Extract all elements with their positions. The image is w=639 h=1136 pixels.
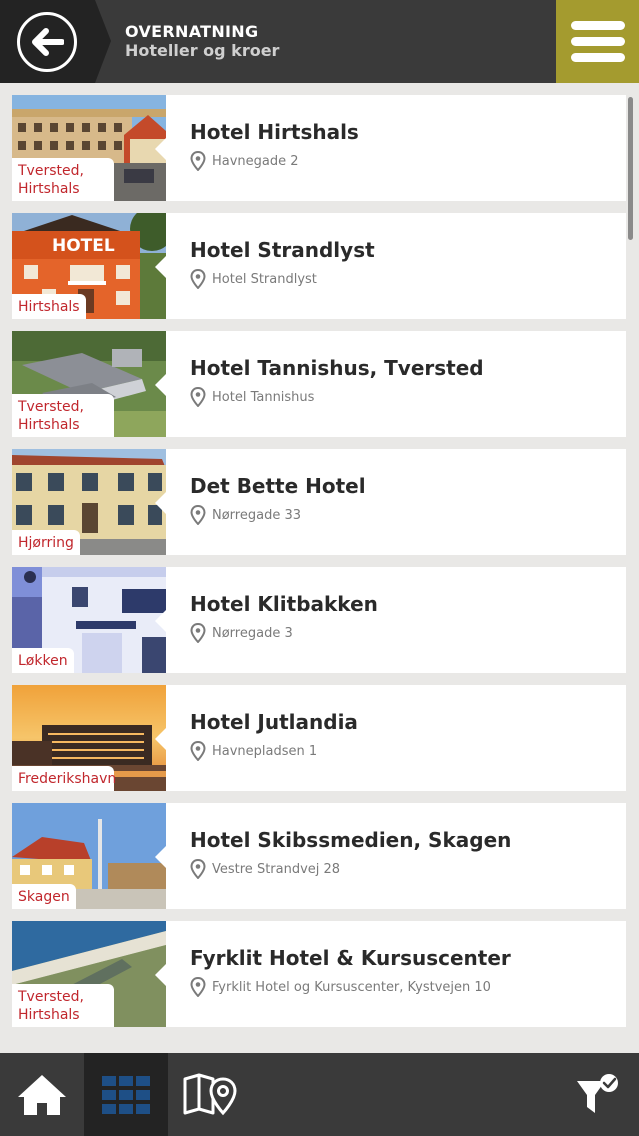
photo-notch (155, 609, 166, 633)
tab-map[interactable] (168, 1053, 252, 1136)
hotel-photo: Hjørring (12, 449, 166, 555)
home-icon (18, 1074, 66, 1115)
list-item[interactable]: HOTEL Hirtshals Hotel Strandlyst Hotel S… (12, 213, 626, 319)
list-item[interactable]: Frederikshavn Hotel Jutlandia Havneplads… (12, 685, 626, 791)
map-pin-icon (190, 741, 206, 761)
hotel-photo: HOTEL Hirtshals (12, 213, 166, 319)
app-header: OVERNATNING Hoteller og kroer (0, 0, 639, 83)
hotel-address: Nørregade 3 (190, 623, 293, 643)
hotel-address: Vestre Strandvej 28 (190, 859, 340, 879)
header-divider (95, 0, 111, 83)
hotel-address: Hotel Strandlyst (190, 269, 317, 289)
list-item[interactable]: Hjørring Det Bette Hotel Nørregade 33 (12, 449, 626, 555)
address-text: Havnegade 2 (212, 153, 299, 169)
map-pin-icon (183, 1073, 237, 1115)
hotel-name: Hotel Klitbakken (190, 592, 378, 616)
list-item[interactable]: Skagen Hotel Skibssmedien, Skagen Vestre… (12, 803, 626, 909)
menu-button[interactable] (556, 0, 639, 83)
hotel-address: Hotel Tannishus (190, 387, 314, 407)
address-text: Havnepladsen 1 (212, 743, 318, 759)
photo-notch (155, 845, 166, 869)
list-item[interactable]: Tversted, Hirtshals Hotel Tannishus, Tve… (12, 331, 626, 437)
hotel-name: Hotel Hirtshals (190, 120, 359, 144)
filter-button[interactable] (556, 1053, 639, 1136)
map-pin-icon (190, 269, 206, 289)
tab-home[interactable] (0, 1053, 84, 1136)
grid-icon (102, 1075, 150, 1114)
bottom-nav (0, 1053, 639, 1136)
location-badge: Løkken (12, 648, 74, 673)
location-badge: Hjørring (12, 530, 80, 555)
map-pin-icon (190, 151, 206, 171)
photo-notch (155, 727, 166, 751)
list-item[interactable]: Tversted, Hirtshals Fyrklit Hotel & Kurs… (12, 921, 626, 1027)
hotel-address: Fyrklit Hotel og Kursuscenter, Kystvejen… (190, 977, 491, 997)
header-titles: OVERNATNING Hoteller og kroer (125, 22, 279, 60)
filter-check-icon (576, 1073, 618, 1113)
hotel-photo: Skagen (12, 803, 166, 909)
hotel-name: Hotel Jutlandia (190, 710, 358, 734)
hotel-name: Hotel Tannishus, Tversted (190, 356, 484, 380)
map-pin-icon (190, 623, 206, 643)
hotel-name: Det Bette Hotel (190, 474, 366, 498)
hotel-address: Havnegade 2 (190, 151, 299, 171)
address-text: Nørregade 33 (212, 507, 301, 523)
hamburger-bar (570, 37, 625, 46)
map-pin-icon (190, 859, 206, 879)
address-text: Fyrklit Hotel og Kursuscenter, Kystvejen… (212, 979, 491, 995)
page-subtitle: Hoteller og kroer (125, 41, 280, 60)
hotel-photo: Tversted, Hirtshals (12, 331, 166, 437)
address-text: Vestre Strandvej 28 (212, 861, 341, 877)
hotel-name: Hotel Skibssmedien, Skagen (190, 828, 512, 852)
photo-notch (155, 963, 166, 987)
address-text: Hotel Tannishus (212, 389, 315, 405)
hotel-address: Havnepladsen 1 (190, 741, 317, 761)
location-badge: Tversted, Hirtshals (12, 984, 114, 1027)
list-item[interactable]: Løkken Hotel Klitbakken Nørregade 3 (12, 567, 626, 673)
hamburger-menu-icon (570, 21, 625, 30)
hotel-list: Tversted, Hirtshals Hotel Hirtshals Havn… (12, 95, 626, 1039)
photo-notch (155, 137, 166, 161)
location-badge: Skagen (12, 884, 76, 909)
hotel-address: Nørregade 33 (190, 505, 301, 525)
hotel-name: Hotel Strandlyst (190, 238, 375, 262)
hotel-photo: Tversted, Hirtshals (12, 921, 166, 1027)
hotel-photo: Tversted, Hirtshals (12, 95, 166, 201)
hamburger-bar (570, 53, 625, 62)
map-pin-icon (190, 387, 206, 407)
map-pin-icon (190, 505, 206, 525)
hotel-name: Fyrklit Hotel & Kursuscenter (190, 946, 511, 970)
photo-notch (155, 255, 166, 279)
page-title: OVERNATNING (125, 22, 259, 41)
location-badge: Tversted, Hirtshals (12, 394, 114, 437)
address-text: Hotel Strandlyst (212, 271, 317, 287)
hotel-photo: Løkken (12, 567, 166, 673)
photo-notch (155, 373, 166, 397)
location-badge: Frederikshavn (12, 766, 116, 791)
location-badge: Tversted, Hirtshals (12, 158, 114, 201)
scrollbar[interactable] (628, 97, 633, 240)
photo-notch (155, 491, 166, 515)
location-badge: Hirtshals (12, 294, 86, 319)
hotel-sign: HOTEL (52, 236, 115, 256)
address-text: Nørregade 3 (212, 625, 293, 641)
tab-grid[interactable] (84, 1053, 168, 1136)
arrow-left-circle-icon (17, 12, 77, 72)
back-button[interactable] (0, 0, 95, 83)
hotel-photo: Frederikshavn (12, 685, 166, 791)
list-item[interactable]: Tversted, Hirtshals Hotel Hirtshals Havn… (12, 95, 626, 201)
map-pin-icon (190, 977, 206, 997)
